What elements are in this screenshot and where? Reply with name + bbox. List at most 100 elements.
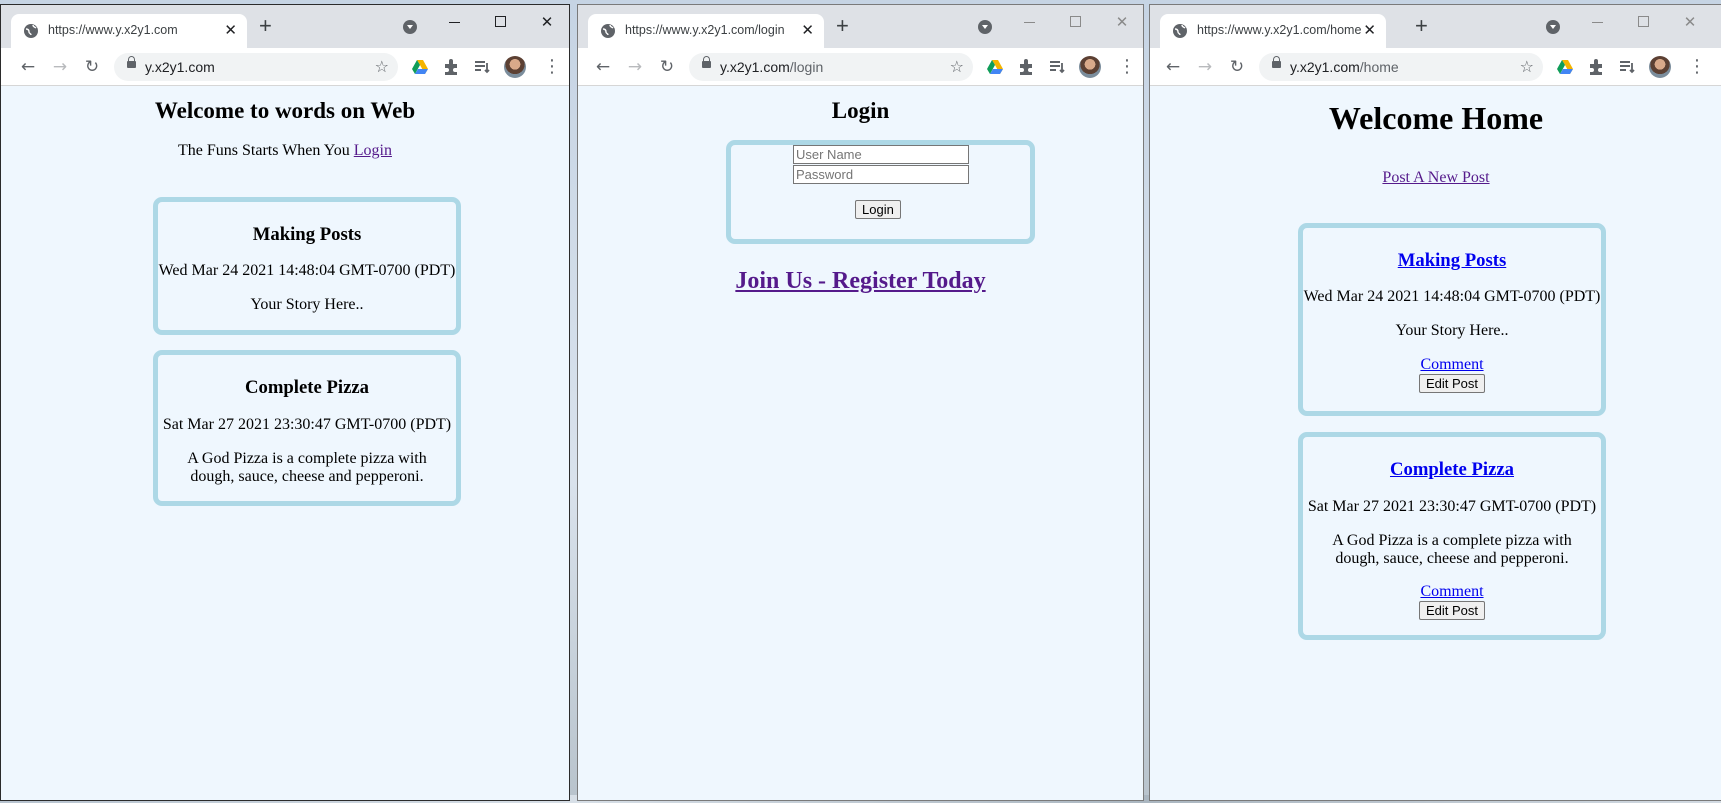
extensions-icon[interactable]: [1017, 58, 1035, 76]
maximize-icon[interactable]: [490, 11, 512, 33]
comment-section: Comment: [1303, 583, 1601, 601]
profile-avatar[interactable]: [504, 56, 526, 78]
new-tab-icon[interactable]: +: [259, 15, 272, 37]
minimize-icon[interactable]: [444, 11, 466, 33]
post-title-section: Making Posts: [1303, 250, 1601, 272]
address-bar[interactable]: y.x2y1.com/home ☆: [1259, 53, 1543, 81]
post-body: Your Story Here..: [250, 296, 364, 313]
post-title-link[interactable]: Making Posts: [1398, 250, 1507, 271]
minimize-icon[interactable]: [1019, 11, 1041, 33]
comment-section: Comment: [1303, 356, 1601, 374]
login-link[interactable]: Login: [354, 142, 392, 159]
bookmark-star-icon[interactable]: ☆: [950, 57, 964, 76]
minimize-icon[interactable]: [1587, 11, 1609, 33]
reload-icon[interactable]: ↻: [656, 56, 678, 78]
url-host: y.x2y1.com: [720, 59, 790, 75]
forward-icon[interactable]: →: [624, 56, 646, 78]
page-title: Login: [831, 98, 890, 123]
reading-list-icon[interactable]: [1048, 58, 1066, 76]
lock-icon[interactable]: [1272, 56, 1281, 68]
new-post-link[interactable]: Post A New Post: [1382, 169, 1489, 186]
browser-toolbar: ← → ↻ y.x2y1.com ☆ ⋮: [1, 48, 569, 86]
login-button[interactable]: Login: [855, 200, 901, 219]
username-input[interactable]: [793, 145, 969, 164]
reading-list-icon[interactable]: [473, 58, 491, 76]
maximize-icon[interactable]: [1065, 11, 1087, 33]
extensions-icon[interactable]: [1587, 58, 1605, 76]
post-body: A God Pizza is a complete pizza with dou…: [187, 450, 427, 485]
post-date: Wed Mar 24 2021 14:48:04 GMT-0700 (PDT): [1303, 288, 1601, 305]
url-path: /home: [1359, 59, 1399, 75]
reload-icon[interactable]: ↻: [1226, 56, 1248, 78]
url-host: y.x2y1.com: [1290, 59, 1360, 75]
tab-search-icon[interactable]: [1546, 20, 1560, 34]
back-icon[interactable]: ←: [17, 56, 39, 78]
profile-avatar[interactable]: [1079, 56, 1101, 78]
edit-post-button[interactable]: Edit Post: [1418, 374, 1486, 393]
globe-icon: [1173, 24, 1187, 38]
close-tab-icon[interactable]: ✕: [224, 21, 237, 39]
browser-toolbar: ← → ↻ y.x2y1.com/home ☆ ⋮: [1150, 48, 1721, 86]
close-tab-icon[interactable]: ✕: [1363, 21, 1376, 39]
post-body: A God Pizza is a complete pizza with dou…: [1332, 532, 1572, 567]
title-bar[interactable]: https://www.y.x2y1.com ✕ + ✕: [1, 5, 569, 48]
tab-title: https://www.y.x2y1.com: [48, 23, 178, 37]
url-path: /login: [789, 59, 824, 75]
close-window-icon[interactable]: ✕: [536, 11, 558, 33]
forward-icon[interactable]: →: [49, 56, 71, 78]
back-icon[interactable]: ←: [592, 56, 614, 78]
edit-section: Edit Post: [1303, 601, 1601, 620]
post-title: Complete Pizza: [244, 377, 369, 398]
bookmark-star-icon[interactable]: ☆: [1520, 57, 1534, 76]
menu-icon[interactable]: ⋮: [1118, 56, 1136, 78]
title-bar[interactable]: https://www.y.x2y1.com/home ✕ + ✕: [1150, 5, 1721, 48]
comment-link[interactable]: Comment: [1420, 356, 1483, 373]
edit-post-button[interactable]: Edit Post: [1418, 601, 1486, 620]
browser-window-welcome-home: https://www.y.x2y1.com/home ✕ + ✕ ← → ↻ …: [1149, 4, 1721, 801]
extensions-icon[interactable]: [442, 58, 460, 76]
lock-icon[interactable]: [702, 56, 711, 68]
tab-search-icon[interactable]: [403, 20, 417, 34]
post-card: Complete Pizza Sat Mar 27 2021 23:30:47 …: [153, 350, 461, 506]
register-link[interactable]: Join Us - Register Today: [735, 268, 985, 294]
tagline: The Funs Starts When You Login: [1, 142, 569, 160]
tab-active[interactable]: https://www.y.x2y1.com ✕: [11, 14, 247, 48]
menu-icon[interactable]: ⋮: [543, 56, 561, 78]
close-window-icon[interactable]: ✕: [1679, 11, 1701, 33]
google-drive-icon[interactable]: [1556, 58, 1574, 76]
forward-icon[interactable]: →: [1194, 56, 1216, 78]
lock-icon[interactable]: [127, 56, 136, 68]
browser-window-login-page: https://www.y.x2y1.com/login ✕ + ✕ ← → ↻…: [577, 4, 1144, 801]
maximize-icon[interactable]: [1633, 11, 1655, 33]
address-bar[interactable]: y.x2y1.com/login ☆: [689, 53, 973, 81]
tab-search-icon[interactable]: [978, 20, 992, 34]
profile-avatar[interactable]: [1649, 56, 1671, 78]
new-tab-icon[interactable]: +: [1415, 15, 1428, 37]
comment-link[interactable]: Comment: [1420, 583, 1483, 600]
post-card: Making Posts Wed Mar 24 2021 14:48:04 GM…: [1298, 223, 1606, 416]
title-bar[interactable]: https://www.y.x2y1.com/login ✕ + ✕: [578, 5, 1143, 48]
password-input[interactable]: [793, 165, 969, 184]
browser-toolbar: ← → ↻ y.x2y1.com/login ☆ ⋮: [578, 48, 1143, 86]
reading-list-icon[interactable]: [1618, 58, 1636, 76]
post-card: Complete Pizza Sat Mar 27 2021 23:30:47 …: [1298, 432, 1606, 640]
tagline-text: The Funs Starts When You: [178, 142, 350, 159]
post-title-link[interactable]: Complete Pizza: [1390, 459, 1514, 480]
close-tab-icon[interactable]: ✕: [801, 21, 814, 39]
back-icon[interactable]: ←: [1162, 56, 1184, 78]
post-title: Making Posts: [252, 224, 362, 245]
new-tab-icon[interactable]: +: [836, 15, 849, 37]
page-title: Welcome Home: [1328, 100, 1544, 136]
tab-active[interactable]: https://www.y.x2y1.com/login ✕: [588, 14, 824, 48]
tab-title: https://www.y.x2y1.com/login: [625, 23, 785, 37]
reload-icon[interactable]: ↻: [81, 56, 103, 78]
page-content: Welcome Home Post A New Post Making Post…: [1150, 86, 1721, 800]
menu-icon[interactable]: ⋮: [1688, 56, 1706, 78]
tab-active[interactable]: https://www.y.x2y1.com/home ✕: [1160, 14, 1386, 48]
bookmark-star-icon[interactable]: ☆: [375, 57, 389, 76]
address-bar[interactable]: y.x2y1.com ☆: [114, 53, 398, 81]
google-drive-icon[interactable]: [986, 58, 1004, 76]
close-window-icon[interactable]: ✕: [1111, 11, 1133, 33]
google-drive-icon[interactable]: [411, 58, 429, 76]
post-body: Your Story Here..: [1395, 322, 1509, 339]
